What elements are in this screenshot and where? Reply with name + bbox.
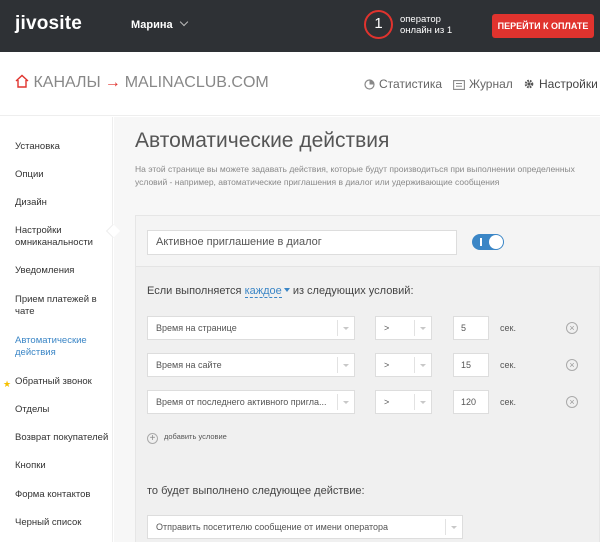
condition-value-input[interactable]: 120 [453, 390, 489, 414]
sidebar-item-contact-form[interactable]: Форма контактов [15, 489, 110, 501]
condition-field-select[interactable]: Время на странице [147, 316, 355, 340]
sidebar-item-payments[interactable]: Прием платежей в чате [15, 294, 110, 318]
condition-unit: сек. [500, 397, 516, 407]
breadcrumb-site: MALINACLUB.COM [124, 74, 269, 91]
breadcrumb-channels[interactable]: КАНАЛЫ [33, 74, 100, 91]
sidebar-item-design[interactable]: Дизайн [15, 197, 110, 209]
condition-field-value: Время на странице [156, 323, 237, 333]
sidebar-item-notifications[interactable]: Уведомления [15, 265, 110, 277]
operators-count: 1 [364, 10, 393, 39]
action-sentence: то будет выполнено следующее действие: [147, 485, 365, 497]
condition-operator-value: > [384, 397, 390, 407]
add-condition-label: добавить условие [164, 432, 227, 441]
main-content: Автоматические действия На этой странице… [114, 117, 600, 542]
nav-settings-label: Настройки [539, 77, 598, 91]
caret-down-icon [343, 401, 349, 404]
user-name: Марина [131, 19, 173, 31]
caret-down-icon [343, 327, 349, 330]
sidebar-item-departments[interactable]: Отделы [15, 404, 110, 416]
remove-condition-icon[interactable]: × [566, 396, 578, 408]
add-condition-button[interactable]: + добавить условие [147, 432, 227, 444]
page-title: Автоматические действия [135, 129, 390, 152]
rule-header: Активное приглашение в диалог [136, 216, 600, 267]
condition-unit: сек. [500, 360, 516, 370]
sidebar-item-retargeting[interactable]: Возврат покупателей [15, 432, 110, 444]
rule-name-input[interactable]: Активное приглашение в диалог [147, 230, 457, 255]
user-menu[interactable]: Марина [131, 17, 188, 31]
nav-stats[interactable]: Статистика [364, 77, 442, 91]
condition-operator-select[interactable]: > [375, 390, 432, 414]
condition-sentence: Если выполняется каждое из следующих усл… [147, 285, 414, 298]
condition-operator-value: > [384, 360, 390, 370]
star-icon: ★ [3, 379, 12, 389]
condition-prefix: Если выполняется [147, 285, 242, 297]
rule-panel: Активное приглашение в диалог Если выпол… [135, 215, 600, 542]
pie-chart-icon [364, 79, 375, 90]
nav-journal-label: Журнал [469, 77, 513, 91]
condition-unit: сек. [500, 323, 516, 333]
nav-stats-label: Статистика [379, 77, 443, 91]
condition-field-select[interactable]: Время от последнего активного пригла... [147, 390, 355, 414]
condition-value-input[interactable]: 5 [453, 316, 489, 340]
condition-suffix: из следующих условий: [292, 285, 414, 297]
condition-field-value: Время на сайте [156, 360, 222, 370]
arrow-right-icon: → [104, 74, 121, 91]
sidebar: Установка Опции Дизайн Настройки омникан… [0, 117, 113, 542]
logo[interactable]: jivosite [15, 13, 82, 35]
operators-status: оператор онлайн из 1 [400, 14, 452, 36]
page-description: На этой странице вы можете задавать дейс… [135, 164, 575, 187]
condition-operator-select[interactable]: > [375, 353, 432, 377]
operators-text-line2: онлайн из 1 [400, 25, 453, 36]
plus-icon: + [147, 433, 158, 444]
caret-down-icon [283, 288, 290, 292]
operators-text-line1: оператор [400, 14, 441, 25]
remove-condition-icon[interactable]: × [566, 359, 578, 371]
sidebar-item-callback[interactable]: Обратный звонок [15, 376, 110, 388]
caret-down-icon [420, 327, 426, 330]
gear-icon [524, 79, 534, 89]
action-select[interactable]: Отправить посетителю сообщение от имени … [147, 515, 463, 539]
sidebar-item-options[interactable]: Опции [15, 169, 110, 181]
chevron-down-icon [179, 17, 188, 27]
sidebar-item-install[interactable]: Установка [15, 141, 110, 153]
sidebar-item-buttons[interactable]: Кнопки [15, 460, 110, 472]
condition-operator-value: > [384, 323, 390, 333]
caret-down-icon [343, 364, 349, 367]
remove-condition-icon[interactable]: × [566, 322, 578, 334]
home-icon[interactable] [15, 74, 29, 88]
condition-field-select[interactable]: Время на сайте [147, 353, 355, 377]
breadcrumb: КАНАЛЫ → MALINACLUB.COM [15, 74, 269, 92]
journal-icon [453, 80, 465, 90]
pay-button[interactable]: ПЕРЕЙТИ К ОПЛАТЕ [492, 14, 594, 38]
sidebar-item-omnichannel[interactable]: Настройки омниканальности [15, 225, 110, 249]
sidebar-item-blacklist[interactable]: Черный список [15, 517, 110, 529]
condition-field-value: Время от последнего активного пригла... [156, 397, 327, 407]
nav-journal[interactable]: Журнал [453, 77, 513, 91]
caret-down-icon [420, 401, 426, 404]
sidebar-item-auto-actions[interactable]: Автоматические действия [15, 335, 110, 359]
action-select-value: Отправить посетителю сообщение от имени … [156, 522, 389, 532]
nav-settings[interactable]: Настройки [523, 77, 598, 91]
condition-operator-select[interactable]: > [375, 316, 432, 340]
condition-mode-dropdown[interactable]: каждое [244, 285, 282, 298]
condition-value-input[interactable]: 15 [453, 353, 489, 377]
toggle-on-mark [480, 238, 482, 246]
toggle-knob [489, 235, 503, 249]
caret-down-icon [451, 526, 457, 529]
rule-toggle[interactable] [472, 234, 504, 250]
caret-down-icon [420, 364, 426, 367]
top-bar: jivosite Марина 1 оператор онлайн из 1 П… [0, 0, 600, 52]
sub-header: КАНАЛЫ → MALINACLUB.COM Статистика Журнал … [0, 52, 600, 116]
